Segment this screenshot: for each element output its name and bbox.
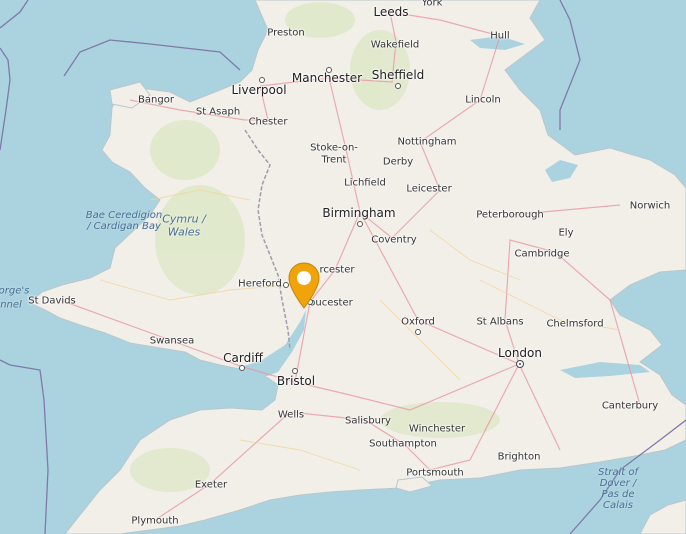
city-dot-manchester bbox=[326, 67, 332, 73]
capital-dot-london bbox=[516, 360, 524, 368]
city-dot-cardiff bbox=[239, 365, 245, 371]
city-dot-birmingham bbox=[357, 221, 363, 227]
map-canvas[interactable]: Leeds York Preston Wakefield Hull Manche… bbox=[0, 0, 686, 534]
map-pin-icon[interactable] bbox=[287, 262, 321, 310]
city-dot-oxford bbox=[415, 329, 421, 335]
city-dot-sheffield bbox=[395, 83, 401, 89]
city-dot-bristol bbox=[292, 368, 298, 374]
marker-body bbox=[288, 262, 320, 309]
basemap bbox=[0, 0, 686, 534]
city-dot-liverpool bbox=[259, 77, 265, 83]
marker-hole bbox=[297, 271, 311, 285]
